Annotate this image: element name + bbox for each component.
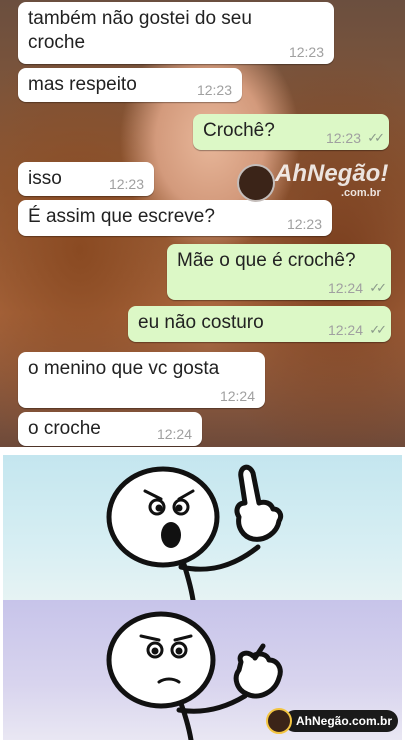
message-text: É assim que escreve? [28,206,215,227]
meme-panel-top [3,455,402,600]
divider [0,447,405,455]
double-check-icon: ✓✓ [369,280,387,295]
message-incoming: É assim que escreve? 12:23 [18,200,332,236]
message-text: Crochê? [203,120,275,141]
message-outgoing: eu não costuro 12:24 ✓✓ [128,306,391,342]
message-time: 12:24 [327,322,363,338]
message-text-line2: croche [28,32,86,53]
message-outgoing: Crochê? 12:23 ✓✓ [193,114,389,150]
message-text: Mãe o que é crochê? [177,250,356,271]
double-check-icon: ✓✓ [367,130,385,145]
message-text: isso [28,168,62,189]
message-text: o menino que vc gosta [28,358,220,379]
chat-screenshot: também não gostei do seu croche 12:23 ma… [0,0,405,447]
mascot-face-icon [266,708,292,734]
message-time: 12:24 [327,280,363,296]
message-incoming: isso 12:23 [18,162,154,196]
message-time: 12:23 [288,44,324,60]
message-time: 12:23 [286,216,322,232]
message-text: o croche [28,418,101,439]
message-time: 12:24 [219,388,255,404]
double-check-icon: ✓✓ [369,322,387,337]
raising-finger-stickman-icon [106,464,284,600]
mascot-face-icon [237,164,275,202]
watermark-text: AhNegão.com.br [296,714,393,728]
message-text: também não gostei do seu [28,8,252,29]
message-incoming: também não gostei do seu croche 12:23 [18,2,334,64]
message-outgoing: Mãe o que é crochê? 12:24 ✓✓ [167,244,391,300]
footer-watermark: AhNegão.com.br [266,708,401,734]
message-time: 12:24 [156,426,192,442]
message-text: eu não costuro [138,312,264,333]
message-incoming: mas respeito 12:23 [18,68,242,102]
watermark-domain: .com.br [341,187,381,199]
message-time: 12:23 [196,82,232,98]
watermark-logo: AhNegão! .com.br [237,160,389,202]
message-time: 12:23 [108,176,144,192]
message-incoming: o croche 12:24 [18,412,202,446]
watermark-brand: AhNegão! [275,160,389,187]
message-incoming: o menino que vc gosta 12:24 [18,352,265,408]
message-text: mas respeito [28,74,137,95]
message-time: 12:23 [325,130,361,146]
